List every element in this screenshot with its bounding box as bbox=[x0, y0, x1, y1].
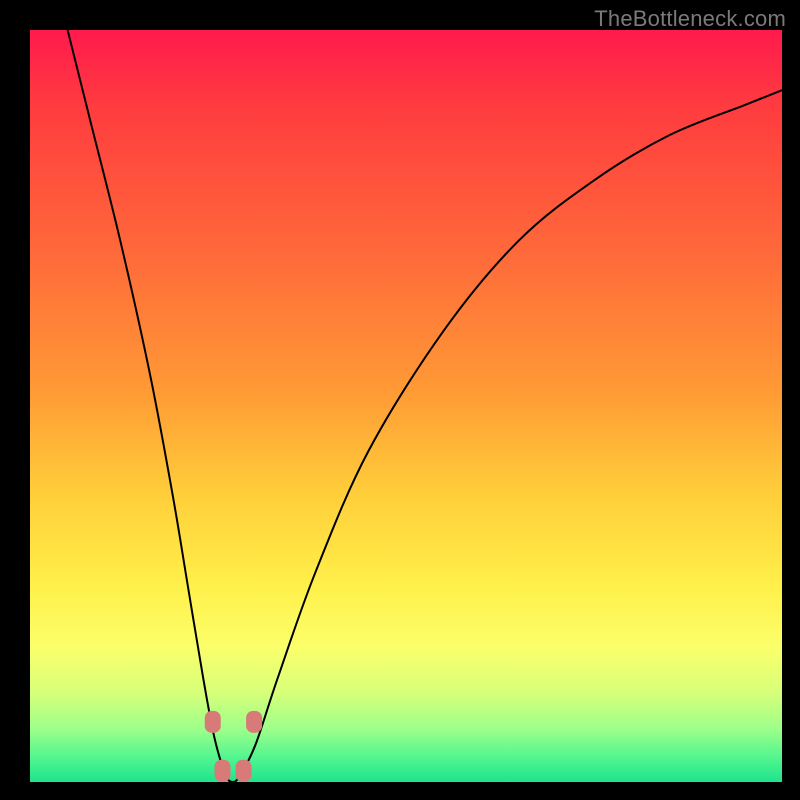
curve-marker bbox=[205, 711, 221, 733]
curve-marker bbox=[246, 711, 262, 733]
curve-marker bbox=[236, 760, 252, 782]
curve-markers bbox=[205, 711, 262, 782]
plot-area bbox=[30, 30, 782, 782]
watermark-text: TheBottleneck.com bbox=[594, 6, 786, 32]
bottleneck-curve bbox=[68, 30, 782, 782]
chart-svg bbox=[30, 30, 782, 782]
chart-frame: TheBottleneck.com bbox=[0, 0, 800, 800]
curve-marker bbox=[215, 760, 231, 782]
